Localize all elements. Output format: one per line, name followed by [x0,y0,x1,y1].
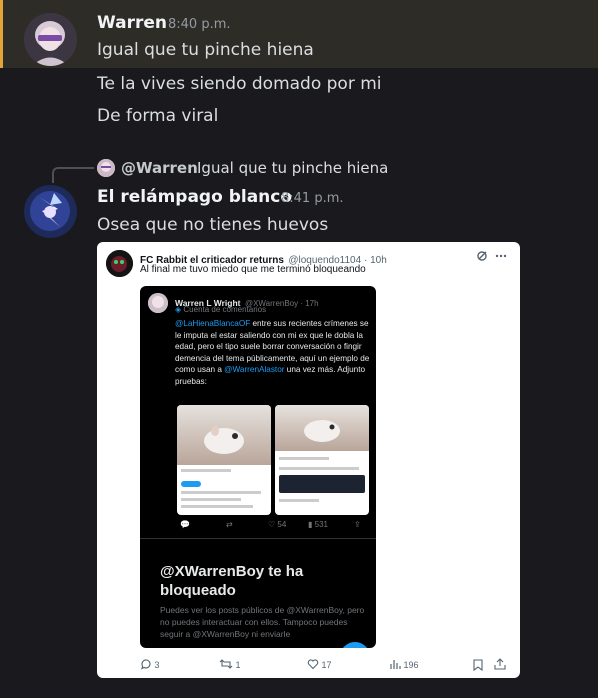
reply-count: 3 [154,660,160,670]
proof-image-right [275,405,369,515]
message-timestamp: 8:41 p.m. [281,191,344,206]
message-author[interactable]: El relámpago blanco [97,187,292,207]
proof-image-left [177,405,271,515]
comments-account-icon: ◈ [175,305,182,314]
compose-fab [340,642,370,648]
tweet-author-avatar [106,250,133,277]
views-count: 196 [403,660,419,670]
image-attachment[interactable]: FC Rabbit el criticador returns @loquend… [97,242,520,678]
share-icon [494,658,506,670]
reply-icon [141,659,151,670]
inner-like-count: 54 [277,520,287,529]
tweet-text: Al final me tuvo miedo que me terminó bl… [140,264,366,275]
bookmark-icon [473,659,483,671]
mention-link: @LaHienaBlancaOF [175,319,251,328]
message-author[interactable]: Warren [97,13,167,33]
message-text: Igual que tu pinche hiena [97,40,314,60]
avatar-image [24,185,77,238]
phone-screenshot: Warren L Wright @XWarrenBoy · 17h ◈ Cuen… [140,286,376,648]
divider [140,538,376,539]
reply-avatar [97,159,115,177]
inner-share-stat: ⇪ [354,520,361,529]
inner-like-stat: ♡ 54 [268,520,287,529]
inner-reply-stat: 💬 [180,520,190,529]
repost-action: 1 [219,658,241,670]
reply-author[interactable]: @Warren [121,159,198,177]
more-options-icon [495,254,507,258]
hamster-image [204,426,244,454]
views-icon [390,660,401,669]
repost-icon [219,659,233,669]
views-action: 196 [389,658,419,670]
avatar-image [24,13,77,66]
inner-views-count: 531 [314,520,328,529]
message-timestamp: 8:40 p.m. [168,17,231,32]
avatar-el-relampago-blanco[interactable] [24,185,77,238]
mention-link: @WarrenAlastor [224,365,285,375]
blocked-title: @XWarrenBoy te ha bloqueado [160,563,304,599]
inner-avatar [148,293,168,313]
reply-preview-text[interactable]: Igual que tu pinche hiena [197,159,388,177]
message-text: Osea que no tienes huevos [97,215,329,235]
repost-count: 1 [235,660,241,670]
inner-tweet-body: @LaHienaBlancaOF entre sus recientes crí… [175,318,371,388]
reply-action: 3 [140,658,160,670]
grok-icon [477,251,487,261]
hamster-image [304,420,340,442]
like-count: 17 [321,660,332,670]
reply-connector [52,167,94,183]
like-action: 17 [307,658,332,670]
blocked-text: Puedes ver los posts públicos de @XWarre… [160,605,365,639]
inner-views-stat: ▮ 531 [308,520,328,529]
avatar-warren[interactable] [24,13,77,66]
inner-repost-stat: ⇄ [226,520,233,529]
message-text: De forma viral [97,106,219,126]
like-icon [307,659,319,670]
inner-sub-label: Cuenta de comentarios [183,305,267,314]
message-text: Te la vives siendo domado por mi [97,74,382,94]
